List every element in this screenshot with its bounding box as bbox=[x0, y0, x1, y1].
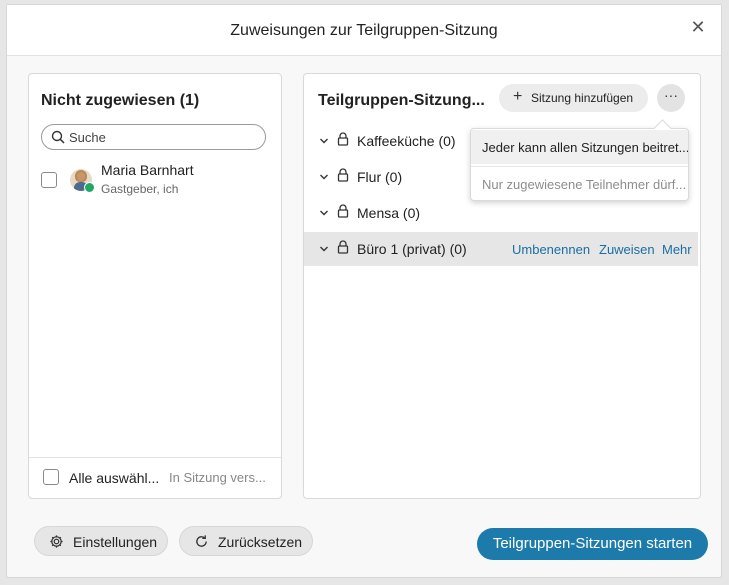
reset-icon bbox=[194, 534, 209, 552]
dialog-title: Zuweisungen zur Teilgruppen-Sitzung bbox=[230, 22, 498, 39]
select-all-checkbox[interactable] bbox=[43, 469, 59, 485]
session-name: Flur (0) bbox=[357, 169, 403, 185]
sessions-title: Teilgruppen-Sitzung... bbox=[318, 92, 485, 109]
chevron-down-icon[interactable] bbox=[319, 133, 329, 151]
assign-link[interactable]: Zuweisen bbox=[599, 242, 655, 257]
close-icon[interactable]: ✕ bbox=[689, 18, 707, 36]
chevron-down-icon[interactable] bbox=[319, 241, 329, 259]
reset-label: Zurücksetzen bbox=[218, 534, 303, 550]
rename-link[interactable]: Umbenennen bbox=[512, 242, 590, 257]
dialog-titlebar: Zuweisungen zur Teilgruppen-Sitzung ✕ bbox=[7, 5, 721, 56]
gear-icon bbox=[49, 534, 64, 552]
unassigned-title: Nicht zugewiesen (1) bbox=[41, 92, 200, 109]
settings-button[interactable]: Einstellungen bbox=[34, 526, 168, 556]
menu-item-only-assigned[interactable]: Nur zugewiesene Teilnehmer dürf... bbox=[471, 166, 688, 200]
search-icon bbox=[51, 130, 65, 149]
chevron-down-icon[interactable] bbox=[319, 205, 329, 223]
more-options-button[interactable]: ··· bbox=[657, 84, 685, 112]
participant-row[interactable]: Maria Barnhart Gastgeber, ich bbox=[41, 162, 271, 198]
settings-label: Einstellungen bbox=[73, 534, 158, 550]
participant-role: Gastgeber, ich bbox=[101, 182, 179, 196]
more-link[interactable]: Mehr bbox=[662, 242, 692, 257]
session-row[interactable]: Büro 1 (privat) (0) Umbenennen Zuweisen … bbox=[304, 232, 698, 266]
session-name: Kaffeeküche (0) bbox=[357, 133, 456, 149]
lock-icon bbox=[337, 168, 349, 187]
session-row[interactable]: Mensa (0) bbox=[304, 196, 698, 230]
move-to-session-dropdown[interactable]: In Sitzung vers... bbox=[169, 470, 266, 485]
search-input[interactable] bbox=[69, 128, 259, 146]
start-breakout-sessions-button[interactable]: Teilgruppen-Sitzungen starten bbox=[477, 528, 708, 560]
session-options-menu: Jeder kann allen Sitzungen beitret... Nu… bbox=[470, 119, 689, 201]
search-box[interactable] bbox=[41, 124, 266, 150]
reset-button[interactable]: Zurücksetzen bbox=[179, 526, 313, 556]
participant-name: Maria Barnhart bbox=[101, 162, 194, 178]
select-all-label[interactable]: Alle auswähl... bbox=[69, 470, 159, 486]
lock-icon bbox=[337, 240, 349, 259]
breakout-assignment-dialog: Zuweisungen zur Teilgruppen-Sitzung ✕ Ni… bbox=[6, 4, 722, 578]
session-name: Büro 1 (privat) (0) bbox=[357, 241, 467, 257]
menu-item-anyone-can-join[interactable]: Jeder kann allen Sitzungen beitret... bbox=[471, 130, 688, 164]
add-session-label: Sitzung hinzufügen bbox=[531, 91, 634, 105]
chevron-down-icon[interactable] bbox=[319, 169, 329, 187]
add-session-button[interactable]: + Sitzung hinzufügen bbox=[499, 84, 648, 112]
plus-icon: + bbox=[513, 88, 523, 105]
lock-icon bbox=[337, 132, 349, 151]
unassigned-footer: Alle auswähl... In Sitzung vers... bbox=[29, 457, 281, 498]
lock-icon bbox=[337, 204, 349, 223]
session-name: Mensa (0) bbox=[357, 205, 421, 221]
unassigned-panel: Nicht zugewiesen (1) Maria Barnhart Gast… bbox=[28, 73, 282, 499]
participant-checkbox[interactable] bbox=[41, 172, 57, 188]
host-badge-icon bbox=[84, 182, 95, 193]
